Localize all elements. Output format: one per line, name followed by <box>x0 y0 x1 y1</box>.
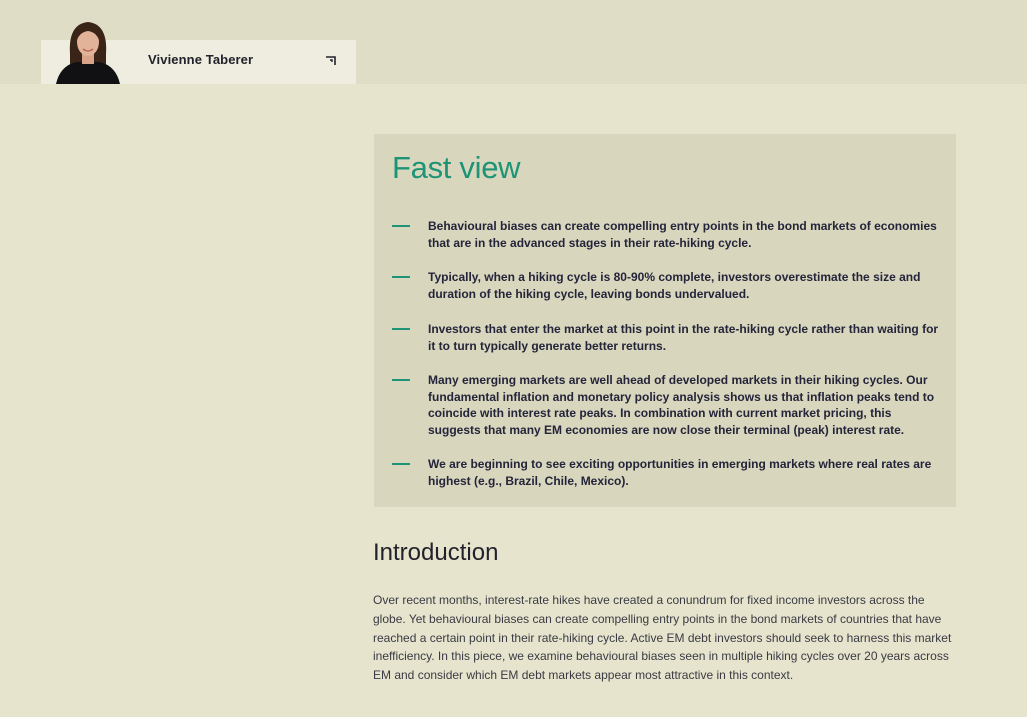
dash-bullet-icon <box>392 328 410 330</box>
fast-view-item-text: Typically, when a hiking cycle is 80-90%… <box>428 270 921 301</box>
corner-arrow-icon[interactable] <box>324 54 338 68</box>
fast-view-title: Fast view <box>392 150 521 185</box>
fast-view-item-text: Investors that enter the market at this … <box>428 322 939 353</box>
dash-bullet-icon <box>392 379 410 381</box>
author-name: Vivienne Taberer <box>148 52 254 67</box>
introduction-body: Over recent months, interest-rate hikes … <box>373 593 952 683</box>
dash-bullet-icon <box>392 276 410 278</box>
introduction-heading: Introduction <box>373 539 499 566</box>
fast-view-item-text: We are beginning to see exciting opportu… <box>428 457 932 488</box>
author-avatar <box>52 14 124 84</box>
fast-view-item-text: Many emerging markets are well ahead of … <box>428 373 935 437</box>
fast-view-item-text: Behavioural biases can create compelling… <box>428 219 937 250</box>
dash-bullet-icon <box>392 463 410 465</box>
dash-bullet-icon <box>392 225 410 227</box>
